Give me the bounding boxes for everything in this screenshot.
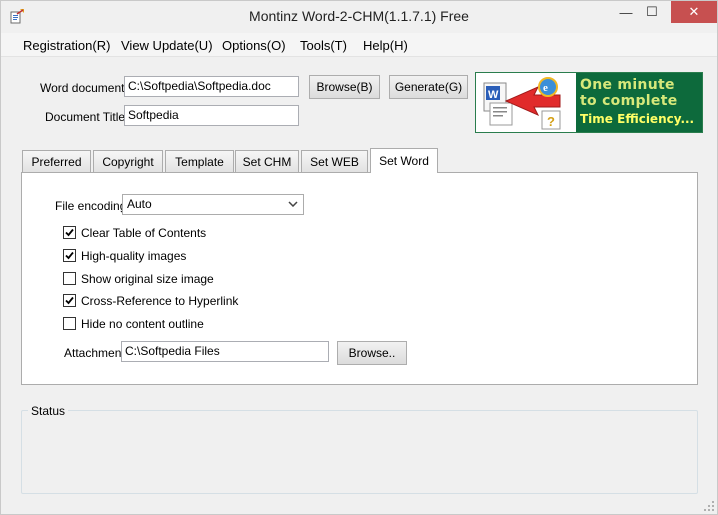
window-title: Montinz Word-2-CHM(1.1.7.1) Free: [249, 8, 469, 24]
attachment-label: Attachment:: [64, 346, 129, 360]
generate-button[interactable]: Generate(G): [389, 75, 468, 99]
browse-button[interactable]: Browse(B): [309, 75, 380, 99]
menu-help[interactable]: Help(H): [363, 38, 408, 53]
banner-line-3: Time Efficiency...: [580, 112, 695, 126]
status-title: Status: [28, 404, 69, 418]
clear-toc-label: Clear Table of Contents: [81, 226, 207, 240]
tab-set-chm[interactable]: Set CHM: [235, 150, 299, 172]
svg-text:?: ?: [547, 114, 555, 129]
word-document-label: Word document:: [40, 81, 128, 95]
file-encoding-select[interactable]: Auto: [122, 194, 304, 215]
menu-tools[interactable]: Tools(T): [300, 38, 347, 53]
svg-text:W: W: [488, 89, 499, 101]
attachment-browse-button[interactable]: Browse..: [337, 341, 407, 365]
tab-set-web[interactable]: Set WEB: [301, 150, 368, 172]
tab-template[interactable]: Template: [165, 150, 234, 172]
menu-options[interactable]: Options(O): [222, 38, 286, 53]
clear-toc-checkbox[interactable]: [63, 226, 76, 239]
resize-grip-icon[interactable]: [703, 500, 715, 512]
promo-banner: W e ? One minute to complete Time Effici…: [475, 72, 703, 133]
hide-no-content-label: Hide no content outline: [81, 317, 204, 331]
document-title-field[interactable]: Softpedia: [124, 105, 299, 126]
tab-copyright[interactable]: Copyright: [93, 150, 163, 172]
word-to-web-icon: W e ?: [483, 77, 561, 130]
cross-reference-label: Cross-Reference to Hyperlink: [81, 294, 239, 308]
high-quality-images-label: High-quality images: [81, 249, 187, 263]
document-title-label: Document Title:: [45, 110, 129, 124]
tab-preferred[interactable]: Preferred: [22, 150, 91, 172]
close-button[interactable]: ✕: [671, 1, 717, 23]
original-size-image-checkbox[interactable]: [63, 272, 76, 285]
file-encoding-label: File encoding:: [55, 199, 130, 213]
menu-bar: Registration(R) View Update(U) Options(O…: [1, 33, 717, 57]
word-document-field[interactable]: C:\Softpedia\Softpedia.doc: [124, 76, 299, 97]
status-group: [21, 410, 698, 494]
banner-line-2: to complete: [580, 93, 678, 109]
maximize-button[interactable]: ☐: [639, 1, 665, 23]
original-size-image-label: Show original size image: [81, 272, 214, 286]
hide-no-content-checkbox[interactable]: [63, 317, 76, 330]
banner-graphic: W e ?: [476, 73, 576, 132]
file-encoding-value: Auto: [127, 197, 152, 211]
menu-view-update[interactable]: View Update(U): [121, 38, 213, 53]
chevron-down-icon: [287, 197, 299, 211]
attachment-field[interactable]: C:\Softpedia Files: [121, 341, 329, 362]
banner-line-1: One minute: [580, 77, 675, 93]
checkmark-icon: [65, 228, 74, 237]
menu-registration[interactable]: Registration(R): [23, 38, 110, 53]
title-bar[interactable]: Montinz Word-2-CHM(1.1.7.1) Free — ☐ ✕: [1, 1, 717, 32]
app-window: Montinz Word-2-CHM(1.1.7.1) Free — ☐ ✕ R…: [0, 0, 718, 515]
checkmark-icon: [65, 296, 74, 305]
checkmark-icon: [65, 251, 74, 260]
svg-text:e: e: [543, 82, 548, 94]
high-quality-images-checkbox[interactable]: [63, 249, 76, 262]
cross-reference-checkbox[interactable]: [63, 294, 76, 307]
minimize-button[interactable]: —: [613, 1, 639, 23]
tab-set-word[interactable]: Set Word: [370, 148, 438, 173]
